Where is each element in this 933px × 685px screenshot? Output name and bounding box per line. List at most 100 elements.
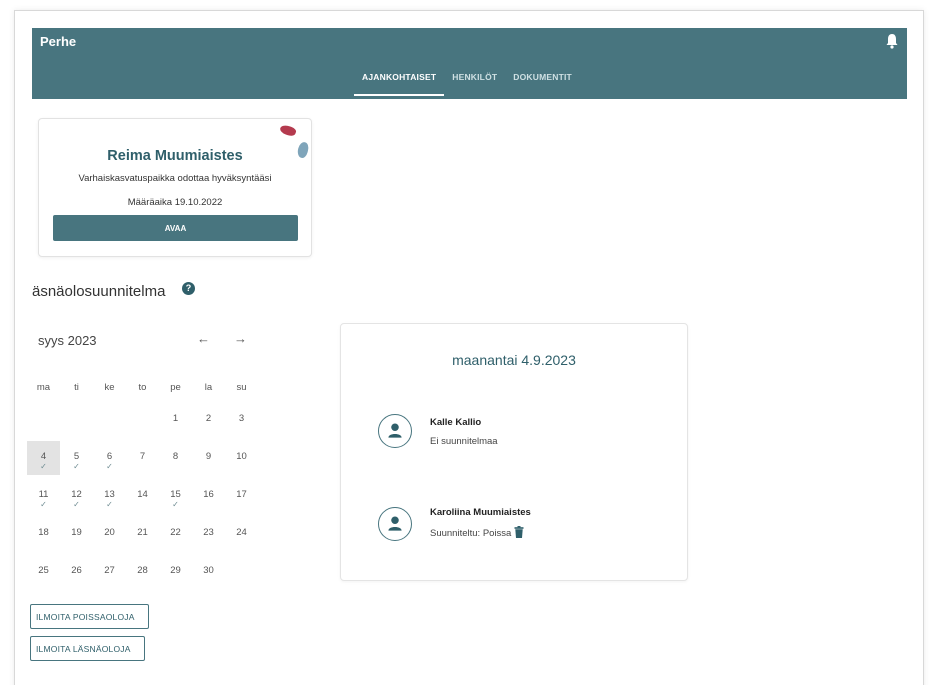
calendar-day-number: 9: [205, 451, 212, 462]
report-absence-button[interactable]: ILMOITA POISSAOLOJA: [30, 604, 149, 629]
calendar-day-number: 6: [106, 451, 113, 462]
calendar-day[interactable]: 2: [192, 403, 225, 437]
check-icon: ✓: [106, 462, 113, 471]
calendar-day-number: 22: [170, 527, 181, 538]
calendar-day-number: 3: [238, 413, 245, 424]
calendar-day[interactable]: 29: [159, 555, 192, 589]
calendar-day[interactable]: 5 ✓: [60, 441, 93, 475]
check-icon: ✓: [73, 462, 80, 471]
check-icon: ✓: [40, 500, 47, 509]
section-title: äsnäolosuunnitelma: [32, 283, 166, 300]
calendar-day[interactable]: 15 ✓: [159, 479, 192, 513]
weekday-label: ti: [74, 382, 79, 393]
tab-dokumentit[interactable]: DOKUMENTIT: [505, 72, 580, 96]
help-icon[interactable]: ?: [182, 282, 195, 295]
calendar-day[interactable]: 1: [159, 403, 192, 437]
bell-icon[interactable]: [885, 33, 899, 49]
calendar-day-number: 2: [205, 413, 212, 424]
weekday-label: pe: [170, 382, 181, 393]
notice-subtitle: Varhaiskasvatuspaikka odottaa hyväksyntä…: [78, 173, 272, 184]
calendar-day-number: 8: [172, 451, 179, 462]
check-icon: ✓: [40, 462, 47, 471]
tab-henkilot[interactable]: HENKILÖT: [444, 72, 505, 96]
calendar-day-number: 7: [139, 451, 146, 462]
calendar-day[interactable]: 20: [93, 517, 126, 551]
calendar-day-number: 13: [104, 489, 115, 500]
calendar-day[interactable]: 14: [126, 479, 159, 513]
calendar-day[interactable]: 30: [192, 555, 225, 589]
calendar-day-number: 15: [170, 489, 181, 500]
calendar-day-number: 30: [203, 565, 214, 576]
calendar-day-number: 4: [40, 451, 47, 462]
main-tabs: AJANKOHTAISET HENKILÖT DOKUMENTIT: [354, 72, 580, 96]
person-status: Suunniteltu: Poissa: [430, 526, 524, 539]
brand-title: Perhe: [40, 34, 77, 49]
calendar-day[interactable]: 21: [126, 517, 159, 551]
weekday-label: to: [138, 382, 147, 393]
person-status-text: Suunniteltu: Poissa: [430, 528, 512, 539]
weekday-label: ma: [36, 382, 51, 393]
calendar-day[interactable]: 27: [93, 555, 126, 589]
weekday-label: ke: [104, 382, 115, 393]
calendar-day[interactable]: 10: [225, 441, 258, 475]
calendar-day-number: 14: [137, 489, 148, 500]
calendar-day-number: 11: [38, 489, 49, 500]
person-name: Karoliina Muumiaistes: [430, 507, 531, 518]
calendar-day[interactable]: 11 ✓: [27, 479, 60, 513]
calendar-day-number: 26: [71, 565, 82, 576]
calendar-day[interactable]: 16: [192, 479, 225, 513]
day-title: maanantai 4.9.2023: [452, 352, 576, 368]
person-icon: [378, 414, 412, 448]
calendar-day-number: 23: [203, 527, 214, 538]
person-icon: [378, 507, 412, 541]
calendar-day[interactable]: 9: [192, 441, 225, 475]
calendar-day-number: 25: [38, 565, 49, 576]
calendar-day-number: 1: [172, 413, 179, 424]
next-month-arrow-icon[interactable]: →: [234, 331, 247, 346]
calendar-day[interactable]: 23: [192, 517, 225, 551]
person-status: Ei suunnitelmaa: [430, 436, 498, 447]
trash-icon[interactable]: [514, 526, 524, 538]
calendar-day[interactable]: 28: [126, 555, 159, 589]
calendar-day-number: 17: [236, 489, 247, 500]
calendar-day-number: 5: [73, 451, 80, 462]
calendar-day[interactable]: 8: [159, 441, 192, 475]
weekday-label: la: [204, 382, 213, 393]
calendar-day[interactable]: 3: [225, 403, 258, 437]
calendar-day-number: 29: [170, 565, 181, 576]
calendar-day[interactable]: 19: [60, 517, 93, 551]
calendar-day[interactable]: 22: [159, 517, 192, 551]
open-button[interactable]: AVAA: [53, 215, 298, 241]
person-name: Kalle Kallio: [430, 417, 482, 428]
weekday-label: su: [236, 382, 247, 393]
calendar-day-number: 19: [71, 527, 82, 538]
calendar-day[interactable]: 4 ✓: [27, 441, 60, 475]
notice-deadline: Määräaika 19.10.2022: [127, 197, 223, 208]
check-icon: ✓: [172, 500, 179, 509]
calendar-day[interactable]: 7: [126, 441, 159, 475]
calendar-day[interactable]: 17: [225, 479, 258, 513]
calendar-day[interactable]: 13 ✓: [93, 479, 126, 513]
calendar-month: syys 2023: [38, 333, 97, 348]
check-icon: ✓: [106, 500, 113, 509]
tab-ajankohtaiset[interactable]: AJANKOHTAISET: [354, 72, 445, 96]
calendar-day-number: 18: [38, 527, 49, 538]
calendar-day[interactable]: 26: [60, 555, 93, 589]
decorative-red-shape: [278, 123, 298, 138]
calendar-day-number: 24: [236, 527, 247, 538]
calendar-day-number: 21: [137, 527, 148, 538]
calendar-day[interactable]: 25: [27, 555, 60, 589]
calendar-day-number: 27: [104, 565, 115, 576]
report-presence-button[interactable]: ILMOITA LÄSNÄOLOJA: [30, 636, 145, 661]
child-name: Reima Muumiaistes: [107, 148, 243, 164]
check-icon: ✓: [73, 500, 80, 509]
calendar-day-number: 16: [203, 489, 214, 500]
calendar-day[interactable]: 18: [27, 517, 60, 551]
notice-card: Reima Muumiaistes Varhaiskasvatuspaikka …: [38, 118, 312, 257]
top-navigation: Perhe AJANKOHTAISET HENKILÖT DOKUMENTIT: [32, 28, 907, 99]
calendar-day[interactable]: 24: [225, 517, 258, 551]
calendar-day-number: 10: [236, 451, 247, 462]
calendar-day[interactable]: 6 ✓: [93, 441, 126, 475]
prev-month-arrow-icon[interactable]: ←: [197, 331, 210, 346]
calendar-day[interactable]: 12 ✓: [60, 479, 93, 513]
